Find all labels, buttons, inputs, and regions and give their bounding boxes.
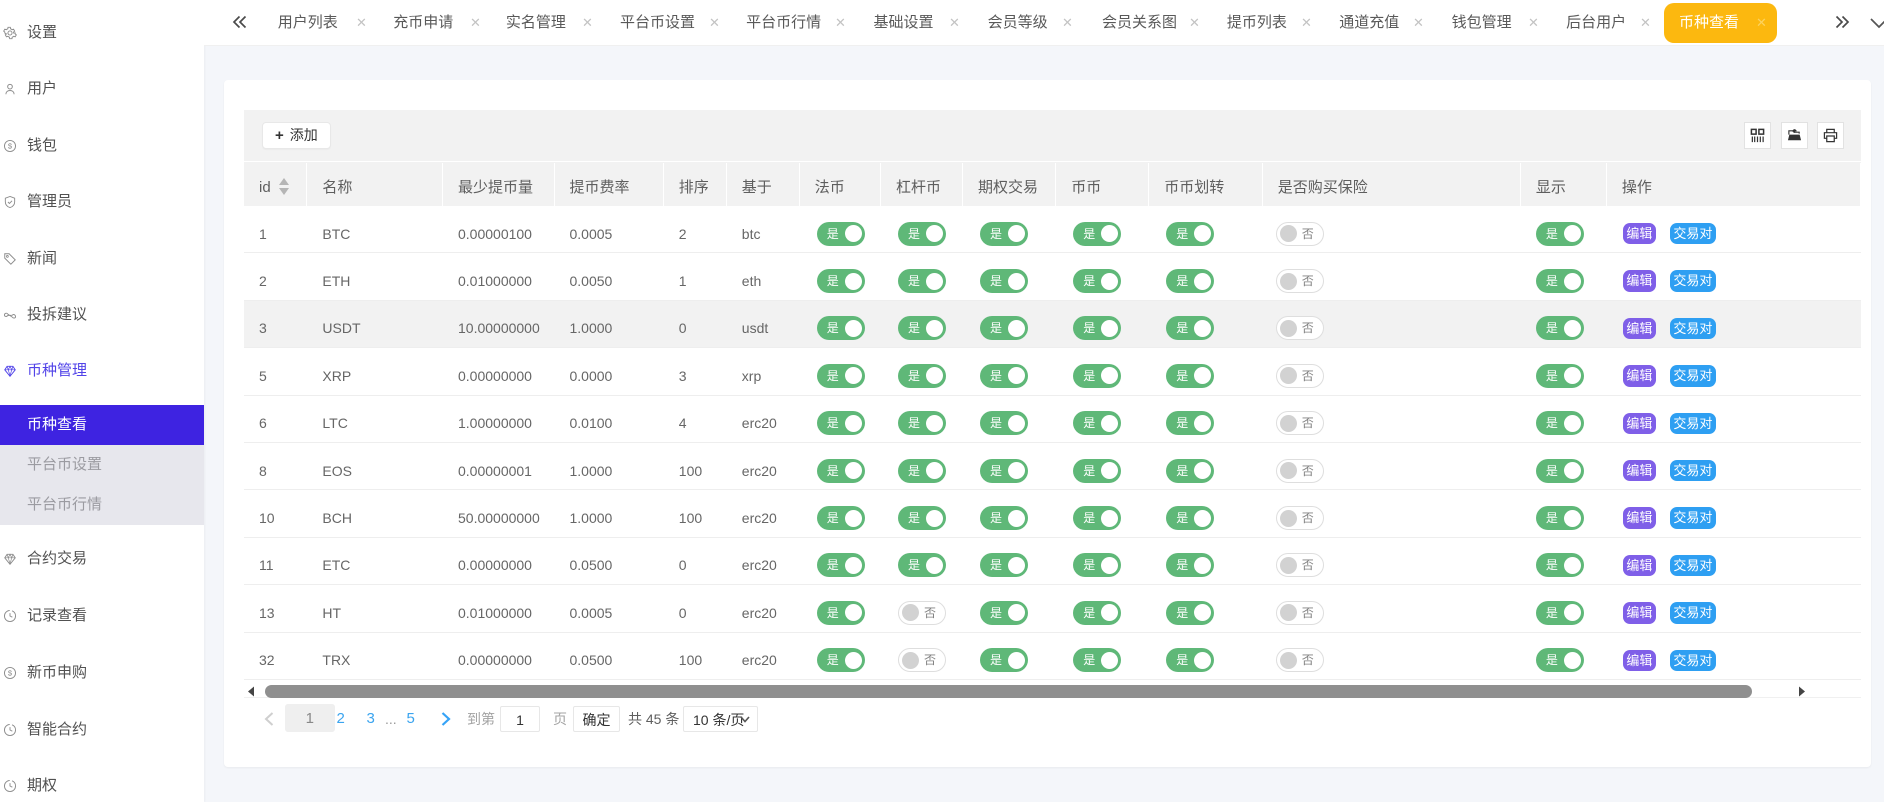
svg-text:$: $ [8,141,13,150]
svg-text:$: $ [8,669,13,678]
